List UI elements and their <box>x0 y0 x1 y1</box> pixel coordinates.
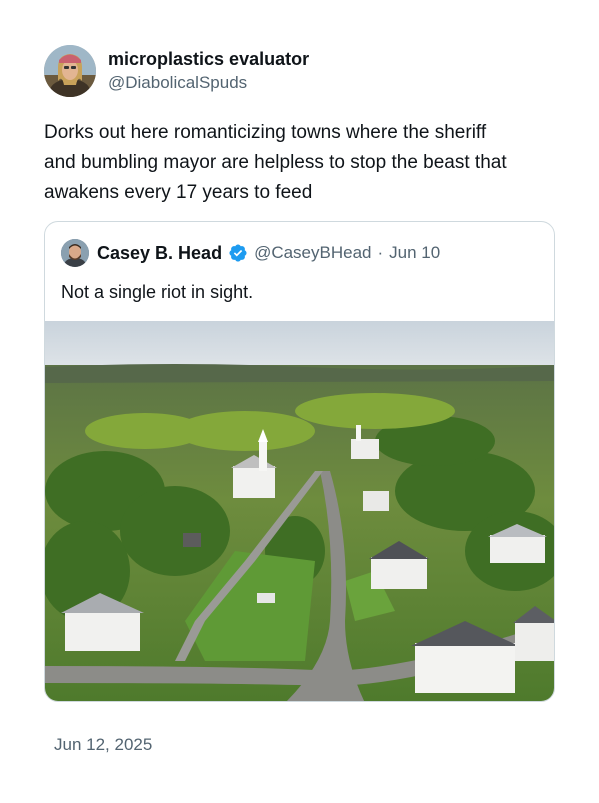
author-row: microplastics evaluator @DiabolicalSpuds <box>44 44 309 98</box>
tweet-timestamp[interactable]: Jun 12, 2025 <box>54 735 152 755</box>
quoted-separator: · <box>377 243 384 262</box>
tweet-text-line: and bumbling mayor are helpless to stop … <box>44 152 507 173</box>
quoted-tweet-card[interactable]: Casey B. Head @CaseyBHead · Jun 10 Not a… <box>44 221 555 702</box>
aerial-town-photo[interactable] <box>45 321 555 702</box>
author-display-name[interactable]: microplastics evaluator <box>108 47 309 71</box>
quoted-handle[interactable]: @CaseyBHead <box>254 243 371 263</box>
tweet-text: Dorks out here romanticizing towns where… <box>44 118 564 208</box>
quoted-date[interactable]: Jun 10 <box>389 243 440 263</box>
quoted-author-avatar[interactable] <box>61 239 89 267</box>
tweet: microplastics evaluator @DiabolicalSpuds… <box>0 0 599 803</box>
quoted-display-name[interactable]: Casey B. Head <box>97 243 222 264</box>
user-avatar-icon <box>44 45 96 97</box>
verified-badge-icon <box>229 244 247 262</box>
tweet-text-line: awakens every 17 years to feed <box>44 182 313 203</box>
author-avatar[interactable] <box>44 45 96 97</box>
author-handle[interactable]: @DiabolicalSpuds <box>108 71 309 95</box>
quoted-tweet-text: Not a single riot in sight. <box>61 282 254 302</box>
quoted-avatar-icon <box>61 239 89 267</box>
tweet-text-line: Dorks out here romanticizing towns where… <box>44 122 487 143</box>
author-names: microplastics evaluator @DiabolicalSpuds <box>108 47 309 95</box>
quoted-tweet-header: Casey B. Head @CaseyBHead · Jun 10 <box>61 238 440 268</box>
